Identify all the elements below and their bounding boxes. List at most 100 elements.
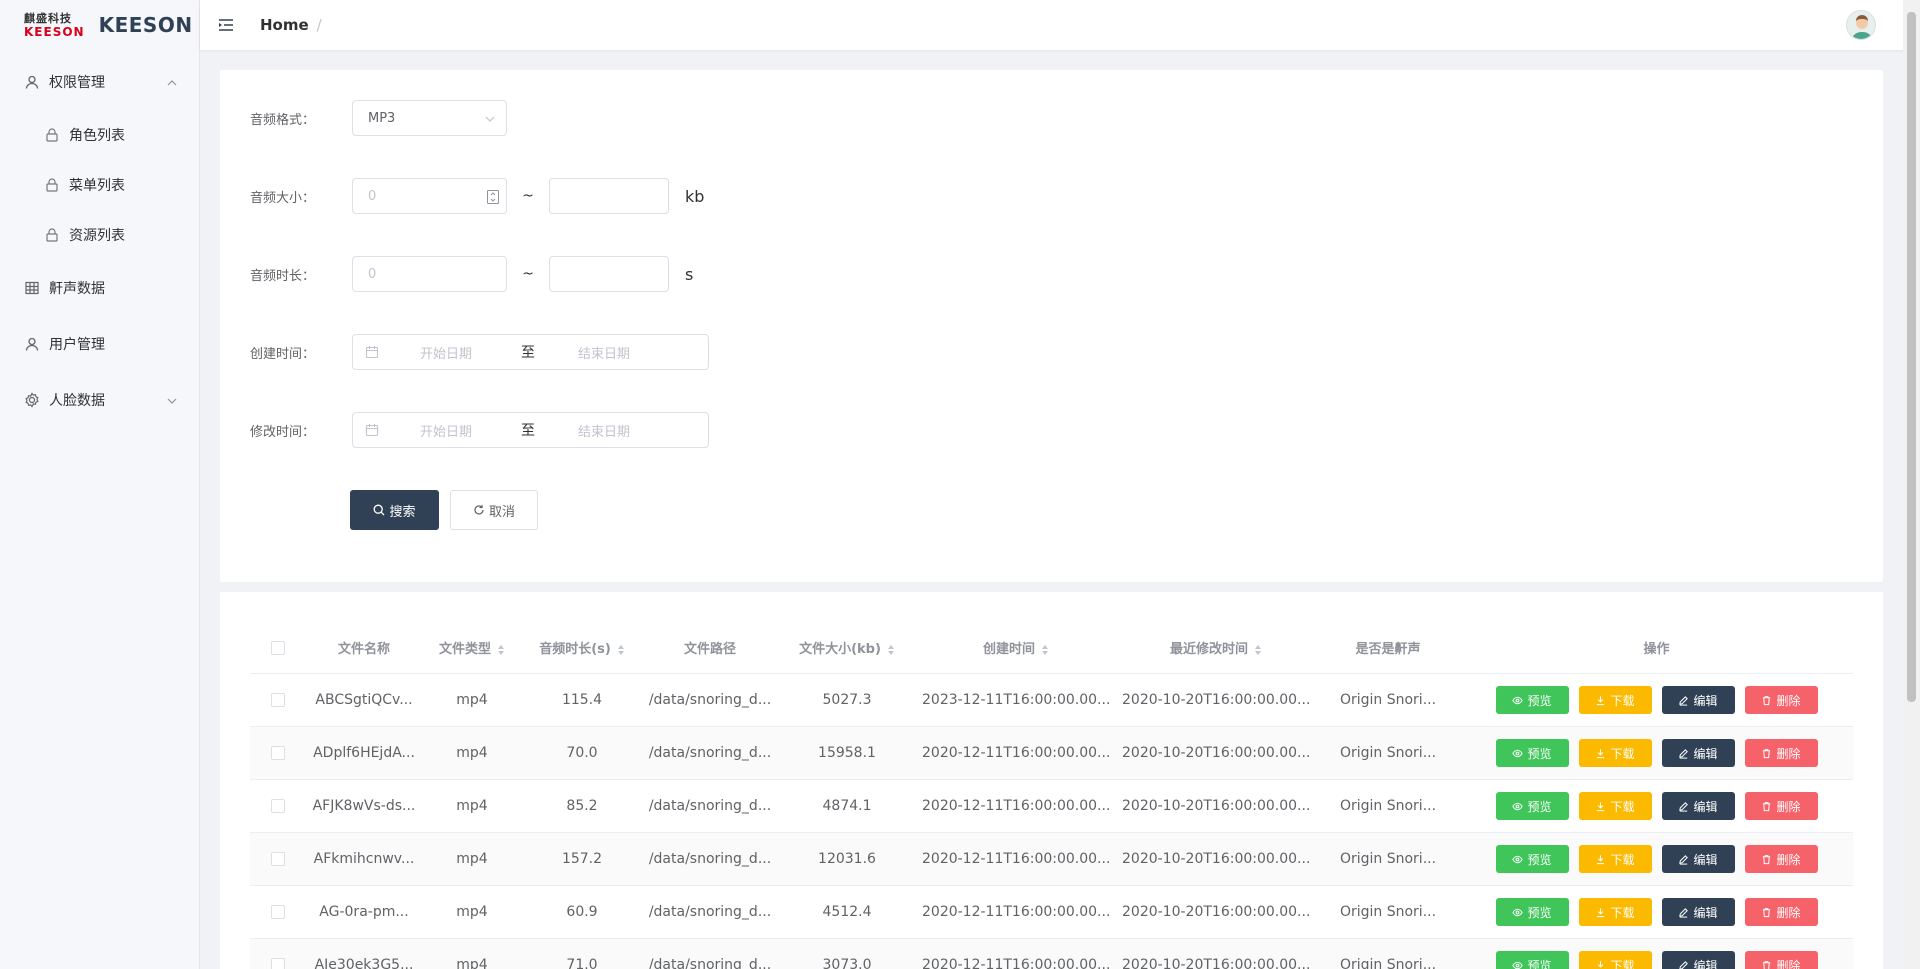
row-checkbox[interactable] [271,958,285,969]
form-row-size: 音频大小： 0 ~ kb [250,178,704,214]
header-created-time[interactable]: 创建时间 [916,638,1116,657]
download-button[interactable]: 下载 [1578,845,1652,873]
cell-file-name: ABCSgtiQCv... [315,692,413,708]
delete-button-label: 删除 [1776,746,1801,761]
cell-file-type: mp4 [456,798,488,814]
row-checkbox[interactable] [271,799,285,813]
eye-icon [1512,749,1524,757]
edit-button[interactable]: 编辑 [1661,792,1735,820]
refresh-icon [474,505,484,515]
preview-button-label: 预览 [1527,799,1552,814]
search-button[interactable]: 搜索 [350,490,439,530]
sub-item-label: 菜单列表 [69,178,125,194]
sort-icon[interactable] [1254,644,1262,656]
created-date-range[interactable]: 开始日期 至 结束日期 [352,334,709,370]
preview-button[interactable]: 预览 [1495,845,1569,873]
menu-user-management[interactable]: 用户管理 [0,316,199,372]
trash-icon [1763,960,1771,969]
sidebar-item-menu-list[interactable]: 菜单列表 [0,160,199,210]
cancel-button[interactable]: 取消 [450,490,538,530]
menu-face-data[interactable]: 人脸数据 [0,372,199,428]
header-file-size[interactable]: 文件大小(kb) [778,638,916,657]
modified-label: 修改时间： [250,424,316,440]
modified-date-range[interactable]: 开始日期 至 结束日期 [352,412,709,448]
page-scrollbar[interactable] [1903,0,1920,969]
logo: 麒盛科技 KEESON KEESON [0,0,199,50]
avatar[interactable] [1846,10,1876,40]
cell-select [250,958,306,969]
edit-button[interactable]: 编辑 [1661,898,1735,926]
spinner-icon[interactable] [486,189,500,205]
download-button[interactable]: 下载 [1578,792,1652,820]
preview-button[interactable]: 预览 [1495,686,1569,714]
sort-icon[interactable] [617,644,625,656]
delete-button[interactable]: 删除 [1744,686,1818,714]
hamburger-icon[interactable] [216,15,236,35]
cell-file-path: /data/snoring_d... [648,745,772,761]
table-row: AJe30ek3G5... mp4 71.0/data/snoring_d... 30… [250,939,1853,969]
download-button[interactable]: 下载 [1578,686,1652,714]
delete-button[interactable]: 删除 [1744,792,1818,820]
logo-en-small: KEESON [24,24,85,39]
download-button[interactable]: 下载 [1578,898,1652,926]
header-file-type[interactable]: 文件类型 [422,638,522,657]
edit-button[interactable]: 编辑 [1661,686,1735,714]
row-checkbox[interactable] [271,905,285,919]
preview-button[interactable]: 预览 [1495,792,1569,820]
edit-icon [1679,960,1689,969]
duration-min-input[interactable]: 0 [352,256,507,292]
size-label: 音频大小： [250,190,316,206]
delete-button[interactable]: 删除 [1744,898,1818,926]
edit-button[interactable]: 编辑 [1661,951,1735,969]
size-unit: kb [685,186,705,206]
delete-button[interactable]: 删除 [1744,951,1818,969]
delete-button[interactable]: 删除 [1744,739,1818,767]
header-modified-time-label: 最近修改时间 [1169,642,1248,657]
search-icon [374,504,385,516]
preview-button[interactable]: 预览 [1495,739,1569,767]
duration-max-input[interactable] [549,256,669,292]
edit-button[interactable]: 编辑 [1661,739,1735,767]
edit-icon [1679,801,1689,812]
cell-file-path: /data/snoring_d... [648,851,772,867]
format-select[interactable]: MP3 [352,100,507,136]
download-button[interactable]: 下载 [1578,739,1652,767]
menu-permission[interactable]: 权限管理 [0,54,199,110]
header-file-name: 文件名称 [337,642,390,657]
select-all-checkbox[interactable] [271,640,285,655]
lock-icon [44,227,60,243]
edit-button[interactable]: 编辑 [1661,845,1735,873]
sort-icon[interactable] [887,644,895,656]
delete-button-label: 删除 [1776,799,1801,814]
eye-icon [1512,908,1524,916]
download-button[interactable]: 下载 [1578,951,1652,969]
cell-file-type: mp4 [456,904,488,920]
edit-button-label: 编辑 [1693,746,1718,761]
table-row: ADplf6HEjdA... mp4 70.0/data/snoring_d... 1… [250,727,1853,780]
header-duration[interactable]: 音频时长(s) [522,638,642,657]
scrollbar-thumb[interactable] [1907,12,1916,702]
sidebar-item-resource-list[interactable]: 资源列表 [0,210,199,260]
menu-label: 鼾声数据 [49,281,105,297]
row-checkbox[interactable] [271,746,285,760]
menu-snore-data[interactable]: 鼾声数据 [0,260,199,316]
cell-duration: 60.9 [566,904,598,920]
preview-button[interactable]: 预览 [1495,898,1569,926]
sort-icon[interactable] [497,644,505,656]
delete-button-label: 删除 [1776,958,1801,969]
size-min-input[interactable]: 0 [352,178,507,214]
cell-is-snore: Origin Snori... [1339,957,1437,969]
logo-mark: 麒盛科技 KEESON [24,13,85,38]
preview-button[interactable]: 预览 [1495,951,1569,969]
breadcrumb-home[interactable]: Home [260,16,309,34]
delete-button[interactable]: 删除 [1744,845,1818,873]
size-max-input[interactable] [549,178,669,214]
cell-is-snore: Origin Snori... [1339,692,1437,708]
header-is-snore: 是否是鼾声 [1355,642,1421,657]
sidebar-item-role-list[interactable]: 角色列表 [0,110,199,160]
sort-icon[interactable] [1041,644,1049,656]
duration-unit: s [685,264,694,284]
row-checkbox[interactable] [271,693,285,707]
row-checkbox[interactable] [271,852,285,866]
header-modified-time[interactable]: 最近修改时间 [1116,638,1316,657]
